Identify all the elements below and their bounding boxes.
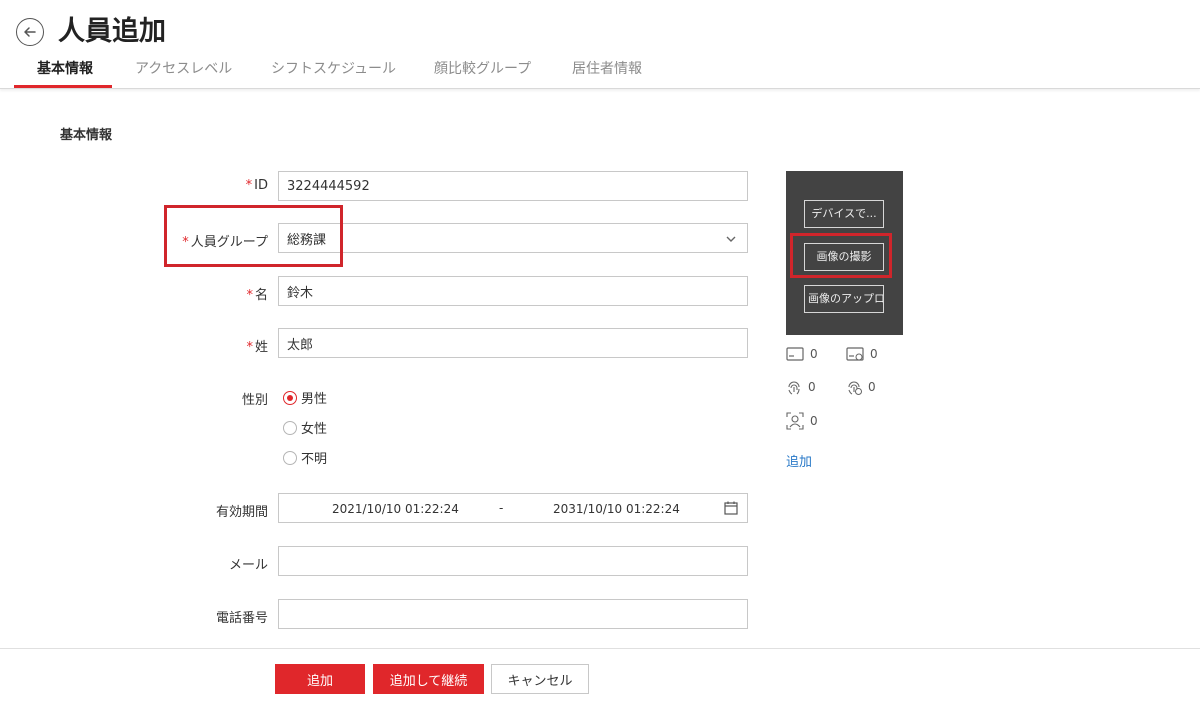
phone-label: 電話番号 xyxy=(215,611,268,626)
tab-face-group[interactable]: 顔比較グループ xyxy=(434,58,531,78)
chevron-down-icon xyxy=(726,236,736,242)
group-select[interactable]: 総務課 xyxy=(278,223,748,253)
validity-date-range[interactable]: 2021/10/10 01:22:24 - 2031/10/10 01:22:2… xyxy=(278,493,748,523)
upload-photo-button[interactable]: 画像のアップロード xyxy=(804,285,884,313)
card-alt-count[interactable]: 0 xyxy=(846,347,878,361)
face-count[interactable]: 0 xyxy=(786,412,818,430)
fingerprint-alt-count[interactable]: 0 xyxy=(846,379,876,395)
radio-checked-icon xyxy=(283,390,297,405)
tab-shift-schedule[interactable]: シフトスケジュール xyxy=(271,58,396,78)
tab-basic-info[interactable]: 基本情報 xyxy=(37,58,93,78)
phone-input[interactable] xyxy=(278,599,748,629)
active-tab-indicator xyxy=(14,85,112,88)
gender-option-unknown[interactable]: 不明 xyxy=(283,448,327,467)
fingerprint-count[interactable]: 0 xyxy=(786,379,816,395)
required-mark: * xyxy=(245,178,253,193)
card-add-icon xyxy=(846,347,864,361)
footer-divider xyxy=(0,648,1200,649)
face-scan-icon xyxy=(786,412,804,430)
card-count[interactable]: 0 xyxy=(786,347,818,361)
tab-resident-info[interactable]: 居住者情報 xyxy=(572,58,642,78)
validity-label: 有効期間 xyxy=(215,505,268,520)
arrow-left-icon xyxy=(24,27,36,37)
required-mark: * xyxy=(246,288,253,303)
add-continue-button[interactable]: 追加して継続 xyxy=(373,664,484,694)
email-input[interactable] xyxy=(278,546,748,576)
card-icon xyxy=(786,347,804,361)
radio-unchecked-icon xyxy=(283,420,297,435)
add-button[interactable]: 追加 xyxy=(275,664,365,694)
gender-label: 性別 xyxy=(241,393,268,408)
page-title: 人員追加 xyxy=(58,16,166,47)
fingerprint-icon xyxy=(788,381,800,395)
add-credential-link[interactable]: 追加 xyxy=(786,451,812,470)
id-label: * ID xyxy=(245,178,268,193)
cancel-button[interactable]: キャンセル xyxy=(491,664,589,694)
section-title: 基本情報 xyxy=(60,128,113,143)
email-label: メール xyxy=(228,558,268,573)
validity-end: 2031/10/10 01:22:24 xyxy=(553,502,680,516)
required-mark: * xyxy=(246,340,253,355)
capture-highlight-box xyxy=(790,233,892,278)
group-highlight-box xyxy=(164,205,343,267)
tab-bar: 基本情報 アクセスレベル シフトスケジュール 顔比較グループ 居住者情報 xyxy=(0,52,1200,89)
last-name-label: * 姓 xyxy=(246,340,268,355)
validity-start: 2021/10/10 01:22:24 xyxy=(332,502,459,516)
fingerprint-add-icon xyxy=(848,381,862,395)
id-input[interactable] xyxy=(278,171,748,201)
last-name-input[interactable] xyxy=(278,328,748,358)
gender-option-female[interactable]: 女性 xyxy=(283,418,327,437)
radio-unchecked-icon xyxy=(283,450,297,465)
first-name-input[interactable] xyxy=(278,276,748,306)
first-name-label: * 名 xyxy=(246,288,268,303)
gender-option-male[interactable]: 男性 xyxy=(283,388,327,407)
validity-separator: - xyxy=(499,501,504,515)
back-button[interactable] xyxy=(16,18,44,46)
calendar-icon[interactable] xyxy=(724,501,738,515)
tab-access-level[interactable]: アクセスレベル xyxy=(135,58,232,78)
device-capture-button[interactable]: デバイスで... xyxy=(804,200,884,228)
